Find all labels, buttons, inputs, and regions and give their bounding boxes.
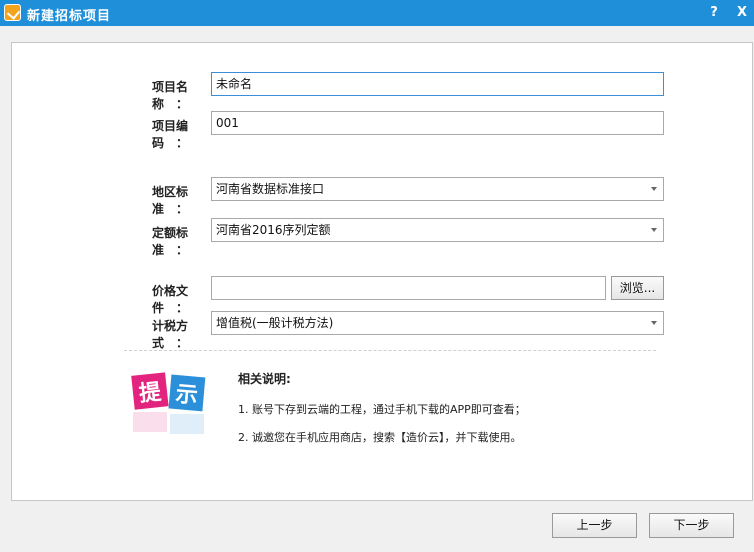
hint-title: 相关说明: (238, 372, 291, 386)
project-name-input[interactable]: 未命名 (211, 72, 664, 96)
browse-button[interactable]: 浏览... (611, 276, 664, 300)
app-logo-icon (4, 4, 21, 21)
next-step-button[interactable]: 下一步 (649, 513, 734, 538)
hint-icon-char-2: 示 (175, 382, 199, 409)
quota-standard-select[interactable]: 河南省2016序列定额 (211, 218, 664, 242)
window-title: 新建招标项目 (27, 9, 112, 24)
chevron-down-icon (651, 321, 657, 325)
quota-standard-value: 河南省2016序列定额 (216, 223, 331, 237)
project-code-input[interactable]: 001 (211, 111, 664, 135)
chevron-down-icon (651, 228, 657, 232)
region-standard-value: 河南省数据标准接口 (216, 182, 325, 196)
title-bar: 新建招标项目 ? X (0, 0, 754, 26)
close-button[interactable]: X (733, 4, 751, 22)
hint-icon-char-1: 提 (138, 379, 164, 407)
help-button[interactable]: ? (705, 4, 723, 22)
hint-line-1: 1. 账号下存到云端的工程，通过手机下载的APP即可查看； (238, 403, 526, 416)
hint-icon: 提 示 (131, 372, 206, 434)
prev-step-button[interactable]: 上一步 (552, 513, 637, 538)
project-code-value: 001 (216, 116, 239, 130)
price-file-input[interactable] (211, 276, 606, 300)
chevron-down-icon (651, 187, 657, 191)
project-name-value: 未命名 (216, 77, 253, 91)
region-standard-select[interactable]: 河南省数据标准接口 (211, 177, 664, 201)
quota-standard-label: 定额标准： (151, 226, 188, 257)
tax-method-select[interactable]: 增值税(一般计税方法) (211, 311, 664, 335)
tax-method-label: 计税方式： (151, 319, 188, 350)
tax-method-value: 增值税(一般计税方法) (216, 316, 334, 330)
project-code-label: 项目编码： (151, 119, 188, 150)
hint-line-2: 2. 诚邀您在手机应用商店，搜索【造价云】，并下载使用。 (238, 431, 522, 444)
divider (124, 350, 656, 351)
price-file-label: 价格文件： (151, 284, 188, 315)
region-standard-label: 地区标准： (151, 185, 188, 216)
project-name-label: 项目名称： (151, 80, 188, 111)
